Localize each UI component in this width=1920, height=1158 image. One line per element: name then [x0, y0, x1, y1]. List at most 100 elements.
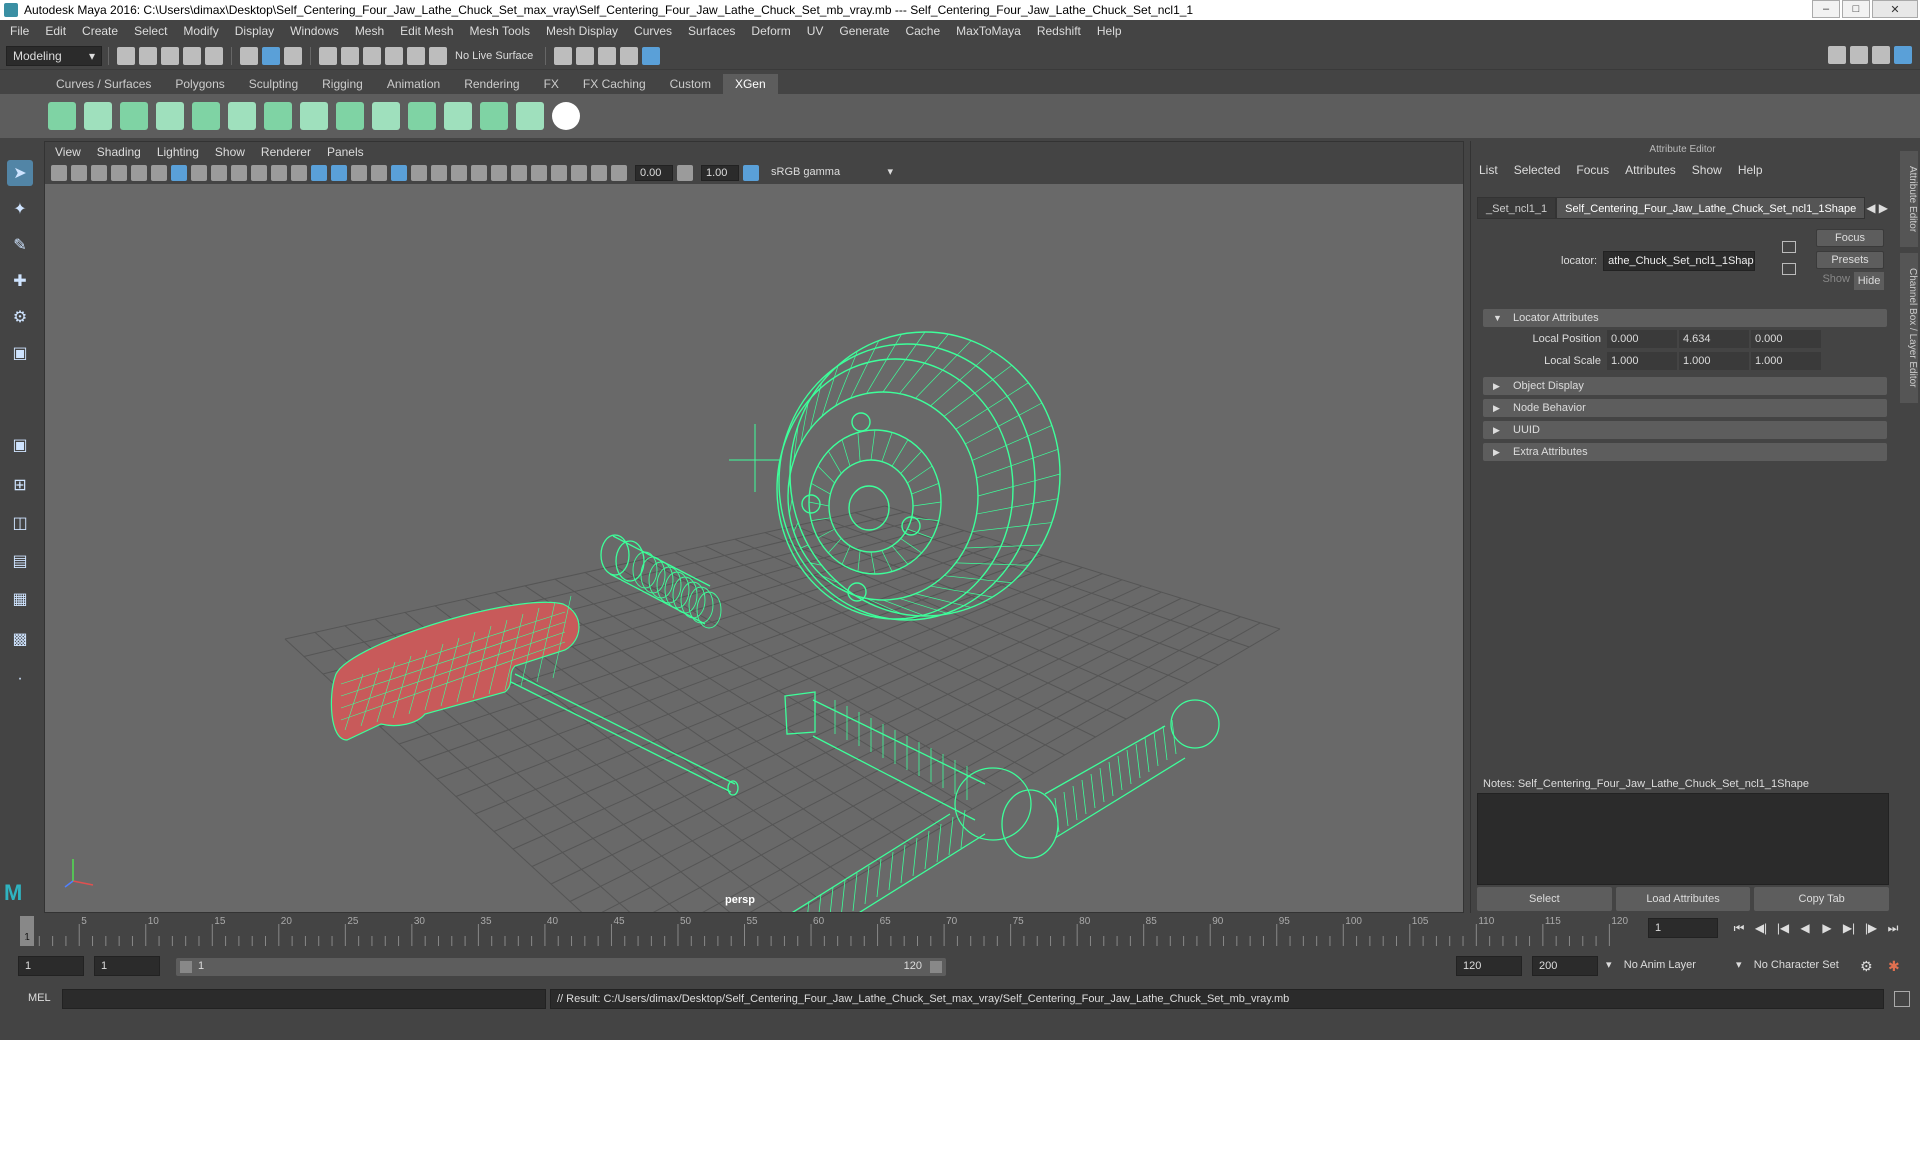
screen-space-ao-icon[interactable] [451, 165, 467, 181]
ae-tab-shape[interactable]: Self_Centering_Four_Jaw_Lathe_Chuck_Set_… [1556, 197, 1866, 219]
local-position-y-field[interactable]: 4.634 [1679, 330, 1749, 348]
menu-cache[interactable]: Cache [905, 24, 940, 38]
gate-mask-icon[interactable] [231, 165, 247, 181]
snap-view-plane-icon[interactable] [385, 46, 403, 65]
auto-key-icon[interactable]: ⚙ [1860, 958, 1873, 975]
viewport-menu-show[interactable]: Show [215, 145, 245, 159]
xgen-place-guide-icon[interactable] [264, 102, 292, 130]
menu-uv[interactable]: UV [807, 24, 824, 38]
viewport-menu-view[interactable]: View [55, 145, 81, 159]
section-node-behavior[interactable]: ▶ Node Behavior [1483, 399, 1887, 417]
more-layouts-icon[interactable]: · [7, 666, 33, 692]
menu-curves[interactable]: Curves [634, 24, 672, 38]
step-back-frame-icon[interactable]: ◀| [1752, 919, 1770, 937]
motion-blur-icon[interactable] [471, 165, 487, 181]
select-component-icon[interactable] [284, 46, 302, 65]
tab-sculpting[interactable]: Sculpting [237, 74, 310, 94]
xgen-create-description-icon[interactable] [120, 102, 148, 130]
scale-tool-icon[interactable]: ▣ [7, 340, 33, 366]
step-back-key-icon[interactable]: |◀ [1774, 919, 1792, 937]
ae-show-button[interactable]: Show [1822, 273, 1850, 285]
menu-help[interactable]: Help [1097, 24, 1122, 38]
ae-menu-list[interactable]: List [1479, 163, 1498, 177]
snap-grid-icon[interactable] [319, 46, 337, 65]
channel-box-toggle-icon[interactable] [1850, 46, 1868, 64]
exposure-icon[interactable] [611, 165, 627, 181]
tab-xgen[interactable]: XGen [722, 74, 778, 94]
render-settings-icon[interactable] [554, 46, 573, 65]
xgen-layers-icon[interactable] [372, 102, 400, 130]
xgen-guides-icon[interactable] [156, 102, 184, 130]
section-extra-attributes[interactable]: ▶ Extra Attributes [1483, 443, 1887, 461]
minimize-button[interactable]: – [1812, 0, 1840, 18]
chevron-left-icon[interactable]: ◀ [1866, 201, 1875, 215]
bookmark-icon[interactable] [91, 165, 107, 181]
script-editor-icon[interactable] [1894, 991, 1910, 1007]
resolution-gate-icon[interactable] [211, 165, 227, 181]
ae-copy-tab-button[interactable]: Copy Tab [1754, 887, 1890, 911]
ae-load-attributes-button[interactable]: Load Attributes [1615, 887, 1751, 911]
range-end-handle[interactable] [930, 961, 942, 973]
step-forward-key-icon[interactable]: ▶| [1840, 919, 1858, 937]
ae-tab-scroll[interactable]: ◀ ▶ [1865, 197, 1889, 219]
open-scene-icon[interactable] [139, 46, 157, 65]
image-plane-icon[interactable] [111, 165, 127, 181]
rotate-tool-icon[interactable]: ⚙ [7, 304, 33, 330]
four-view-layout-icon[interactable]: ⊞ [7, 472, 33, 498]
local-scale-x-field[interactable]: 1.000 [1607, 352, 1677, 370]
section-uuid[interactable]: ▶ UUID [1483, 421, 1887, 439]
single-perspective-layout-icon[interactable]: ▣ [7, 432, 33, 458]
menu-mesh[interactable]: Mesh [355, 24, 384, 38]
ae-menu-attributes[interactable]: Attributes [1625, 163, 1676, 177]
close-button[interactable]: ✕ [1872, 0, 1918, 18]
tab-custom[interactable]: Custom [658, 74, 723, 94]
xgen-lock-guide-icon[interactable] [300, 102, 328, 130]
viewport-menu-renderer[interactable]: Renderer [261, 145, 311, 159]
mel-language-toggle[interactable]: MEL [28, 992, 51, 1004]
xgen-preview-icon[interactable] [84, 102, 112, 130]
local-scale-y-field[interactable]: 1.000 [1679, 352, 1749, 370]
depth-of-field-icon[interactable] [511, 165, 527, 181]
jaw-screw-mesh[interactable] [600, 534, 722, 629]
snap-surface-icon[interactable] [407, 46, 425, 65]
use-lights-icon[interactable] [411, 165, 427, 181]
camera-attributes-icon[interactable] [71, 165, 87, 181]
move-tool-icon[interactable]: ✚ [7, 268, 33, 294]
menu-edit-mesh[interactable]: Edit Mesh [400, 24, 453, 38]
menuset-dropdown[interactable]: Modeling ▾ [6, 45, 102, 66]
menu-surfaces[interactable]: Surfaces [688, 24, 735, 38]
lathe-chuck-mesh[interactable] [776, 331, 1061, 621]
textured-icon[interactable] [391, 165, 407, 181]
go-to-end-icon[interactable]: ⏭ [1884, 919, 1902, 937]
character-set-dropdown[interactable]: ▾ No Character Set [1736, 958, 1839, 971]
t-handle-key-mesh[interactable] [330, 595, 739, 796]
make-live-icon[interactable] [429, 46, 447, 65]
ipr-render-icon[interactable] [598, 46, 617, 65]
camera-select-icon[interactable] [51, 165, 67, 181]
current-frame-field[interactable]: 1 [1648, 918, 1718, 938]
ae-menu-focus[interactable]: Focus [1576, 163, 1609, 177]
safe-action-icon[interactable] [271, 165, 287, 181]
xgen-guide-length-icon[interactable] [336, 102, 364, 130]
menu-deform[interactable]: Deform [751, 24, 790, 38]
locator-name-field[interactable]: athe_Chuck_Set_ncl1_1Shape [1603, 251, 1756, 271]
animation-start-field[interactable]: 1 [18, 956, 84, 976]
live-surface-label[interactable]: No Live Surface [455, 50, 533, 62]
menu-maxtomaya[interactable]: MaxToMaya [956, 24, 1021, 38]
select-hierarchy-icon[interactable] [240, 46, 258, 65]
tab-curves-surfaces[interactable]: Curves / Surfaces [44, 74, 163, 94]
tab-animation[interactable]: Animation [375, 74, 452, 94]
step-forward-frame-icon[interactable]: |▶ [1862, 919, 1880, 937]
section-locator-attributes[interactable]: ▼ Locator Attributes [1483, 309, 1887, 327]
hypershade-layout-icon[interactable]: ▩ [7, 626, 33, 652]
menu-display[interactable]: Display [235, 24, 274, 38]
xgen-grooming-icon[interactable] [408, 102, 436, 130]
snap-curve-icon[interactable] [341, 46, 359, 65]
local-position-x-field[interactable]: 0.000 [1607, 330, 1677, 348]
grid-toggle-icon[interactable] [171, 165, 187, 181]
tab-polygons[interactable]: Polygons [163, 74, 236, 94]
playback-start-field[interactable]: 1 [94, 956, 160, 976]
isolate-select-icon[interactable] [531, 165, 547, 181]
menu-create[interactable]: Create [82, 24, 118, 38]
outliner-layout-icon[interactable]: ▤ [7, 548, 33, 574]
